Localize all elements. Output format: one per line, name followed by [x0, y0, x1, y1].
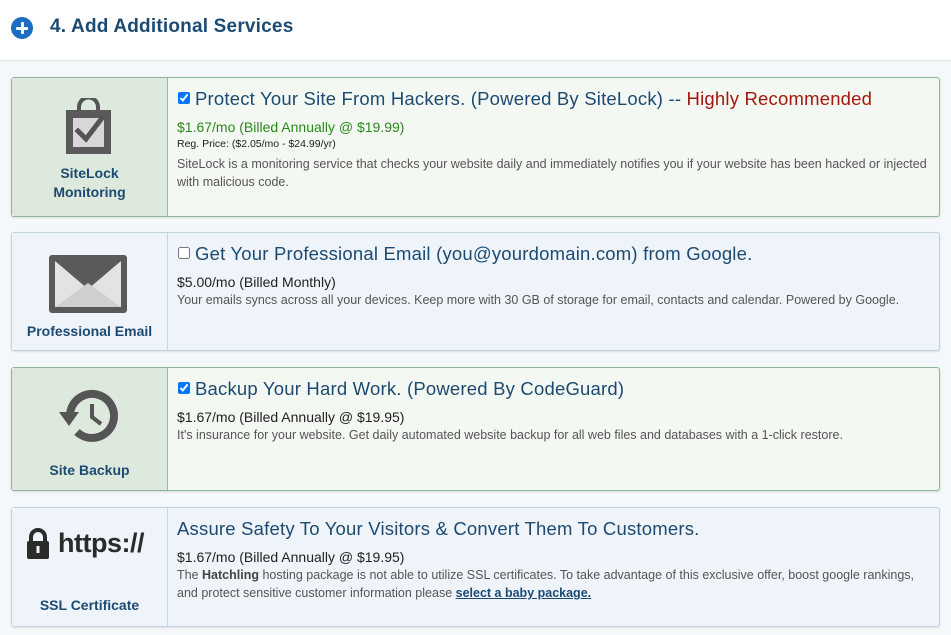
services-list: SiteLock Monitoring Protect Your Site Fr… [0, 61, 951, 635]
service-label: SSL Certificate [39, 597, 140, 613]
service-label: Site Backup [49, 462, 130, 478]
backup-clock-icon [59, 389, 118, 442]
padlock-icon [27, 528, 49, 559]
service-card-ssl[interactable]: https:// SSL Certificate Assure Safety T… [11, 507, 940, 627]
add-circle-icon[interactable] [11, 17, 33, 39]
service-card-backup[interactable]: Site Backup Backup Your Hard Work. (Powe… [11, 367, 940, 491]
https-logo: https:// [58, 528, 144, 558]
service-price: $5.00/mo (Billed Monthly) [177, 274, 336, 290]
service-label: SiteLock [60, 165, 119, 181]
envelope-icon [49, 255, 127, 313]
service-price: $1.67/mo (Billed Annually @ $19.95) [177, 549, 405, 565]
service-description: It's insurance for your website. Get dai… [177, 428, 843, 442]
recommended-badge: Highly Recommended [686, 88, 873, 109]
service-icon-column: Site Backup [12, 368, 168, 490]
section-title: 4. Add Additional Services [50, 16, 294, 37]
service-title-row[interactable]: Protect Your Site From Hackers. (Powered… [177, 88, 872, 110]
service-label: Professional Email [26, 323, 153, 339]
service-icon-column: https:// SSL Certificate [12, 508, 168, 626]
service-price: $1.67/mo (Billed Annually @ $19.95) [177, 409, 405, 425]
service-checkbox[interactable] [178, 92, 190, 104]
service-description: The Hatchling hosting package is not abl… [177, 566, 929, 602]
service-title: Assure Safety To Your Visitors & Convert… [177, 518, 700, 539]
service-card-email[interactable]: Professional Email Get Your Professional… [11, 232, 940, 351]
service-card-sitelock[interactable]: SiteLock Monitoring Protect Your Site Fr… [11, 77, 940, 217]
select-baby-package-link[interactable]: select a baby package. [456, 586, 592, 600]
service-price: $1.67/mo (Billed Annually @ $19.99) [177, 119, 405, 135]
service-title: Get Your Professional Email (you@yourdom… [195, 243, 753, 264]
service-description: Your emails syncs across all your device… [177, 293, 900, 307]
package-name: Hatchling [202, 568, 259, 582]
service-checkbox[interactable] [178, 247, 190, 259]
description-prefix: The [177, 568, 199, 582]
service-label-line2: Monitoring [53, 184, 126, 200]
shield-check-icon [66, 98, 111, 154]
service-title: Protect Your Site From Hackers. (Powered… [195, 88, 682, 109]
service-title-row[interactable]: Get Your Professional Email (you@yourdom… [177, 243, 752, 265]
service-description: SiteLock is a monitoring service that ch… [177, 157, 927, 189]
section-header: 4. Add Additional Services [0, 0, 951, 61]
regular-price: Reg. Price: ($2.05/mo - $24.99/yr) [177, 138, 336, 150]
service-title: Backup Your Hard Work. (Powered By CodeG… [195, 378, 625, 399]
service-title-row[interactable]: Backup Your Hard Work. (Powered By CodeG… [177, 378, 624, 400]
service-icon-column: SiteLock Monitoring [12, 78, 168, 216]
service-icon-column: Professional Email [12, 233, 168, 350]
service-checkbox[interactable] [178, 382, 190, 394]
